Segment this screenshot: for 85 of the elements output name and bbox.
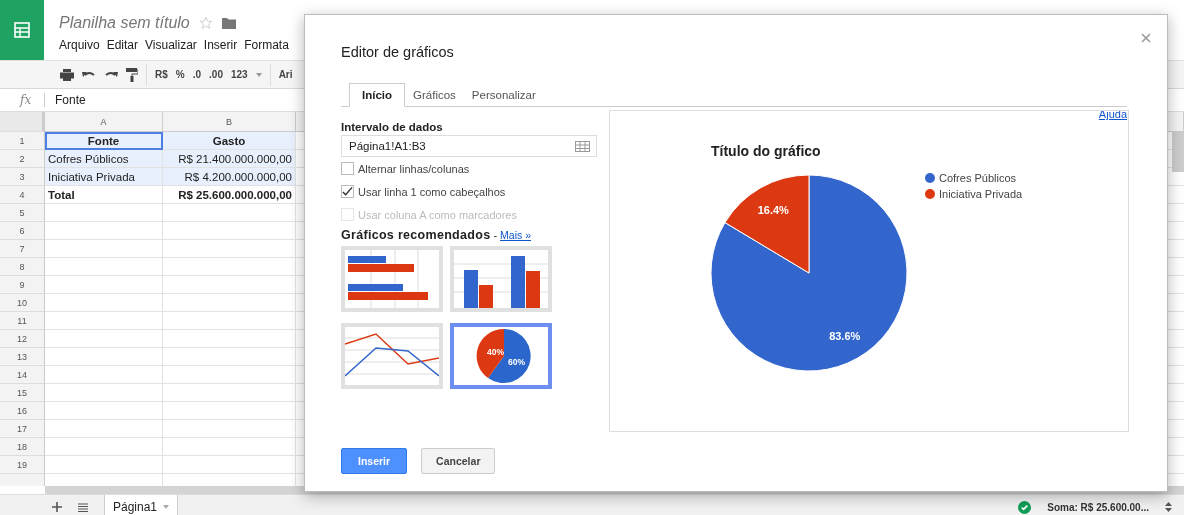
slice-label: 83.6% xyxy=(829,330,861,343)
checkbox-label[interactable]: Alternar linhas/colunas xyxy=(358,162,470,175)
sheet-grid-icon xyxy=(14,22,30,38)
row-number[interactable]: 2 xyxy=(0,150,45,168)
row-number[interactable]: 19 xyxy=(0,456,45,474)
star-icon[interactable] xyxy=(198,16,213,30)
more-link[interactable]: Mais » xyxy=(500,229,531,241)
format-button[interactable]: R$ xyxy=(155,69,168,80)
formula-input[interactable]: Fonte xyxy=(55,93,86,107)
function-label: fx xyxy=(0,93,45,107)
legend-label: Cofres Públicos xyxy=(939,172,1017,184)
checkbox[interactable] xyxy=(341,162,354,175)
row-number[interactable]: 17 xyxy=(0,420,45,438)
row-number[interactable]: 9 xyxy=(0,276,45,294)
slice-label: 16.4% xyxy=(757,203,789,216)
slice-label: 60% xyxy=(508,357,525,367)
tab[interactable]: Personalizar xyxy=(463,84,544,106)
checkbox-label[interactable]: Usar linha 1 como cabeçalhos xyxy=(358,185,506,198)
folder-icon[interactable] xyxy=(221,17,236,29)
table-cell: Fonte xyxy=(45,132,163,150)
menu-item[interactable]: Visualizar xyxy=(145,38,197,52)
row-number[interactable]: 13 xyxy=(0,348,45,366)
row-number[interactable]: 18 xyxy=(0,438,45,456)
tab[interactable]: Início xyxy=(349,83,406,107)
table-cell: R$ 4.200.000.000,00 xyxy=(163,168,296,186)
scrollbar[interactable] xyxy=(1172,132,1184,172)
table-cell: R$ 21.400.000.000,00 xyxy=(163,150,296,168)
format-button[interactable]: % xyxy=(175,69,185,80)
chart-thumbnail[interactable]: 40% 60% xyxy=(450,323,552,389)
menu-item[interactable]: Editar xyxy=(106,38,139,52)
row-number[interactable]: 7 xyxy=(0,240,45,258)
section-heading: Gráficos recomendados xyxy=(341,228,491,242)
format-button[interactable]: .0 xyxy=(192,69,202,80)
row-number[interactable]: 14 xyxy=(0,366,45,384)
row-number[interactable]: 1 xyxy=(0,132,45,150)
legend-label: Iniciativa Privada xyxy=(939,188,1023,200)
table-cell: Total xyxy=(45,186,163,204)
tab[interactable]: Gráficos xyxy=(405,84,464,106)
row-number[interactable]: 6 xyxy=(0,222,45,240)
row-number[interactable]: 8 xyxy=(0,258,45,276)
table-cell: Iniciativa Privada xyxy=(45,168,163,186)
menu-item[interactable]: Arquivo xyxy=(59,38,100,52)
font-dropdown[interactable]: Ari xyxy=(278,69,293,80)
document-title[interactable]: Planilha sem título xyxy=(59,14,190,32)
chart-thumbnail[interactable] xyxy=(341,323,443,389)
row-number[interactable]: 16 xyxy=(0,402,45,420)
range-label: Intervalo de dados xyxy=(341,121,444,133)
caret-icon[interactable] xyxy=(163,505,170,509)
menu-item[interactable]: Inserir xyxy=(203,38,238,52)
up-down-icon[interactable] xyxy=(1165,502,1172,512)
column-header[interactable]: A xyxy=(45,112,163,132)
help-link[interactable]: Ajuda xyxy=(1098,108,1127,120)
row-number[interactable]: 3 xyxy=(0,168,45,186)
column-header[interactable]: B xyxy=(163,112,296,132)
sum-readout[interactable]: Soma: R$ 25.600.00... xyxy=(1047,501,1149,513)
print-icon[interactable] xyxy=(60,68,74,81)
chart-title: Título do gráfico xyxy=(711,143,821,159)
paint-roller-icon[interactable] xyxy=(126,67,138,82)
range-field[interactable]: Página1!A1:B3 xyxy=(341,135,597,157)
row-number[interactable]: 15 xyxy=(0,384,45,402)
menu-icon[interactable] xyxy=(78,502,88,512)
sheet-tab[interactable]: Página1 xyxy=(104,495,179,515)
app-logo[interactable] xyxy=(0,0,44,60)
chart-thumbnail[interactable] xyxy=(341,246,443,312)
row-number[interactable]: 5 xyxy=(0,204,45,222)
row-number[interactable]: 4 xyxy=(0,186,45,204)
cancel-button[interactable]: Cancelar xyxy=(421,448,496,474)
grid-icon[interactable] xyxy=(575,140,590,152)
table-cell: R$ 25.600.000.000,00 xyxy=(163,186,296,204)
check-icon[interactable] xyxy=(1018,500,1032,514)
format-button[interactable]: .00 xyxy=(209,69,223,80)
caret-icon[interactable] xyxy=(255,72,262,77)
table-cell: Gasto xyxy=(163,132,296,150)
row-number[interactable]: 11 xyxy=(0,312,45,330)
format-button[interactable]: 123 xyxy=(230,69,248,80)
add-sheet-icon[interactable] xyxy=(52,502,62,512)
dialog-title: Editor de gráficos xyxy=(341,44,455,60)
slice-label: 40% xyxy=(487,347,504,357)
separator-dash: - xyxy=(493,229,498,241)
table-cell: Cofres Públicos xyxy=(45,150,163,168)
row-number[interactable]: 10 xyxy=(0,294,45,312)
menu-item[interactable]: Formata xyxy=(244,38,289,52)
chart-thumbnail[interactable] xyxy=(450,246,552,312)
row-number[interactable]: 12 xyxy=(0,330,45,348)
checkbox[interactable] xyxy=(341,185,354,198)
